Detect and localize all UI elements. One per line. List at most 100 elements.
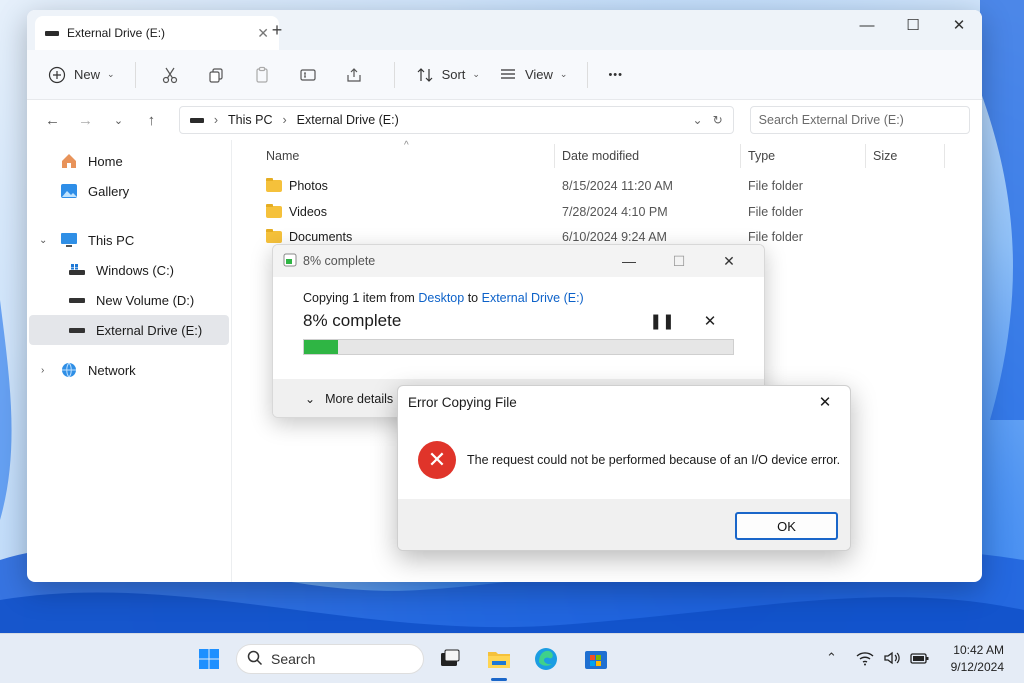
- home-icon: [60, 152, 78, 170]
- pause-button[interactable]: ❚❚: [638, 312, 686, 330]
- column-divider: [944, 144, 945, 168]
- column-date-header[interactable]: Date modified: [562, 140, 639, 172]
- breadcrumb-external-drive[interactable]: External Drive (E:): [297, 113, 399, 127]
- ok-button[interactable]: OK: [735, 512, 838, 540]
- error-message: The request could not be performed becau…: [467, 452, 841, 467]
- source-link[interactable]: Desktop: [418, 291, 464, 305]
- table-row[interactable]: Videos 7/28/2024 4:10 PM File folder: [232, 200, 982, 226]
- copy-button[interactable]: [196, 59, 236, 91]
- view-button[interactable]: View ⌄: [492, 59, 574, 91]
- battery-icon[interactable]: [910, 650, 930, 669]
- breadcrumb-chevron-icon: ›: [282, 113, 287, 127]
- minimize-button[interactable]: —: [844, 10, 890, 42]
- sidebar-item-this-pc[interactable]: ⌄ This PC: [27, 225, 231, 255]
- close-dialog-button[interactable]: ✕: [704, 253, 754, 270]
- progress-title: 8% complete: [303, 254, 376, 268]
- drive-icon: [45, 30, 59, 36]
- address-dropdown-icon[interactable]: ⌄: [693, 113, 703, 127]
- column-size-header[interactable]: Size: [873, 140, 897, 172]
- explorer-tab[interactable]: External Drive (E:) ✕: [35, 16, 279, 50]
- copy-description: Copying 1 item from Desktop to External …: [303, 291, 734, 305]
- new-button[interactable]: New ⌄: [41, 59, 121, 91]
- copy-icon: [206, 65, 226, 85]
- sidebar-item-new-volume-d[interactable]: New Volume (D:): [27, 285, 231, 315]
- table-row[interactable]: Photos 8/15/2024 11:20 AM File folder: [232, 174, 982, 200]
- sidebar-item-home[interactable]: Home: [27, 146, 231, 176]
- sort-label: Sort: [441, 67, 466, 82]
- cancel-copy-button[interactable]: ✕: [686, 312, 734, 330]
- minimize-button[interactable]: —: [604, 253, 654, 270]
- error-dialog: Error Copying File ✕ ✕ The request could…: [397, 385, 851, 551]
- volume-icon[interactable]: [883, 650, 901, 669]
- sidebar-item-windows-c[interactable]: Windows (C:): [27, 255, 231, 285]
- file-type: File folder: [748, 179, 803, 193]
- close-dialog-button[interactable]: ✕: [810, 393, 840, 411]
- chevron-right-icon[interactable]: ›: [41, 365, 44, 376]
- close-window-button[interactable]: ✕: [936, 10, 982, 42]
- new-tab-button[interactable]: +: [265, 18, 289, 42]
- error-icon: ✕: [418, 440, 456, 479]
- copy-mid-text: to: [467, 291, 479, 305]
- new-label: New: [74, 67, 101, 82]
- toolbar-divider: [587, 61, 589, 88]
- edge-browser-icon[interactable]: [534, 647, 558, 671]
- start-windows-icon[interactable]: [197, 647, 221, 671]
- destination-link[interactable]: External Drive (E:): [482, 291, 584, 305]
- navigation-pane: Home Gallery ⌄ This PC Windows (C:) New …: [27, 140, 232, 582]
- sort-icon: [415, 65, 435, 85]
- progress-title-bar: 8% complete — ☐ ✕: [273, 245, 764, 277]
- chevron-down-icon: ⌄: [472, 69, 480, 79]
- system-clock[interactable]: 10:42 AM 9/12/2024: [951, 642, 1004, 676]
- sidebar-item-label: Windows (C:): [96, 262, 175, 278]
- up-arrow-icon[interactable]: ↑: [138, 112, 165, 129]
- column-headers: Name ^ Date modified Type Size: [232, 140, 982, 172]
- back-arrow-icon[interactable]: ←: [39, 112, 66, 129]
- sidebar-item-external-drive-e[interactable]: External Drive (E:): [29, 315, 229, 345]
- drive-icon: [68, 321, 86, 339]
- system-drive-icon: [68, 261, 86, 279]
- search-input[interactable]: Search External Drive (E:): [749, 106, 970, 134]
- chevron-up-icon[interactable]: ⌃: [826, 650, 837, 666]
- refresh-icon[interactable]: ↻: [713, 113, 723, 127]
- breadcrumb-chevron-icon: ›: [213, 113, 219, 127]
- paste-button[interactable]: [242, 59, 282, 91]
- folder-icon: [266, 229, 282, 243]
- sidebar-item-network[interactable]: › Network: [27, 355, 231, 385]
- sidebar-item-gallery[interactable]: Gallery: [27, 176, 231, 206]
- sort-button[interactable]: Sort ⌄: [409, 59, 486, 91]
- more-options-button[interactable]: •••: [602, 59, 629, 91]
- maximize-button[interactable]: ☐: [654, 253, 704, 270]
- active-app-indicator: [491, 678, 507, 681]
- file-date: 7/28/2024 4:10 PM: [562, 204, 668, 219]
- taskbar-search[interactable]: Search: [236, 644, 424, 674]
- file-explorer-taskbar-icon[interactable]: [487, 647, 511, 671]
- view-label: View: [524, 67, 553, 82]
- maximize-button[interactable]: ☐: [890, 10, 936, 42]
- file-type: File folder: [748, 204, 803, 219]
- column-name-header[interactable]: Name: [266, 140, 299, 172]
- recent-locations-chevron-icon[interactable]: ⌄: [105, 114, 132, 127]
- address-bar: ← → ⌄ ↑ › This PC › External Drive (E:) …: [27, 100, 982, 140]
- share-button[interactable]: [334, 59, 374, 91]
- chevron-down-icon[interactable]: ⌄: [39, 235, 47, 246]
- column-type-header[interactable]: Type: [748, 140, 775, 172]
- progress-bar: [303, 339, 734, 355]
- breadcrumb-this-pc[interactable]: This PC: [228, 113, 272, 127]
- error-title: Error Copying File: [408, 394, 517, 410]
- scissors-icon: [160, 65, 180, 85]
- network-globe-icon: [60, 361, 78, 379]
- rename-button[interactable]: [288, 59, 328, 91]
- task-view-icon[interactable]: [438, 647, 462, 671]
- sidebar-item-label: Home: [88, 153, 123, 169]
- column-divider: [554, 144, 555, 168]
- taskbar: Search ⌃ 10:42 AM 9/12/2024: [0, 633, 1024, 683]
- clock-date: 9/12/2024: [950, 660, 1004, 674]
- cut-button[interactable]: [150, 59, 190, 91]
- file-name: Videos: [289, 204, 327, 219]
- forward-arrow-icon[interactable]: →: [72, 112, 99, 129]
- sidebar-item-label: New Volume (D:): [96, 292, 195, 308]
- wifi-icon[interactable]: [856, 650, 874, 669]
- breadcrumb[interactable]: › This PC › External Drive (E:) ⌄ ↻: [178, 106, 734, 134]
- sidebar-item-label: This PC: [88, 232, 135, 248]
- microsoft-store-icon[interactable]: [584, 647, 608, 671]
